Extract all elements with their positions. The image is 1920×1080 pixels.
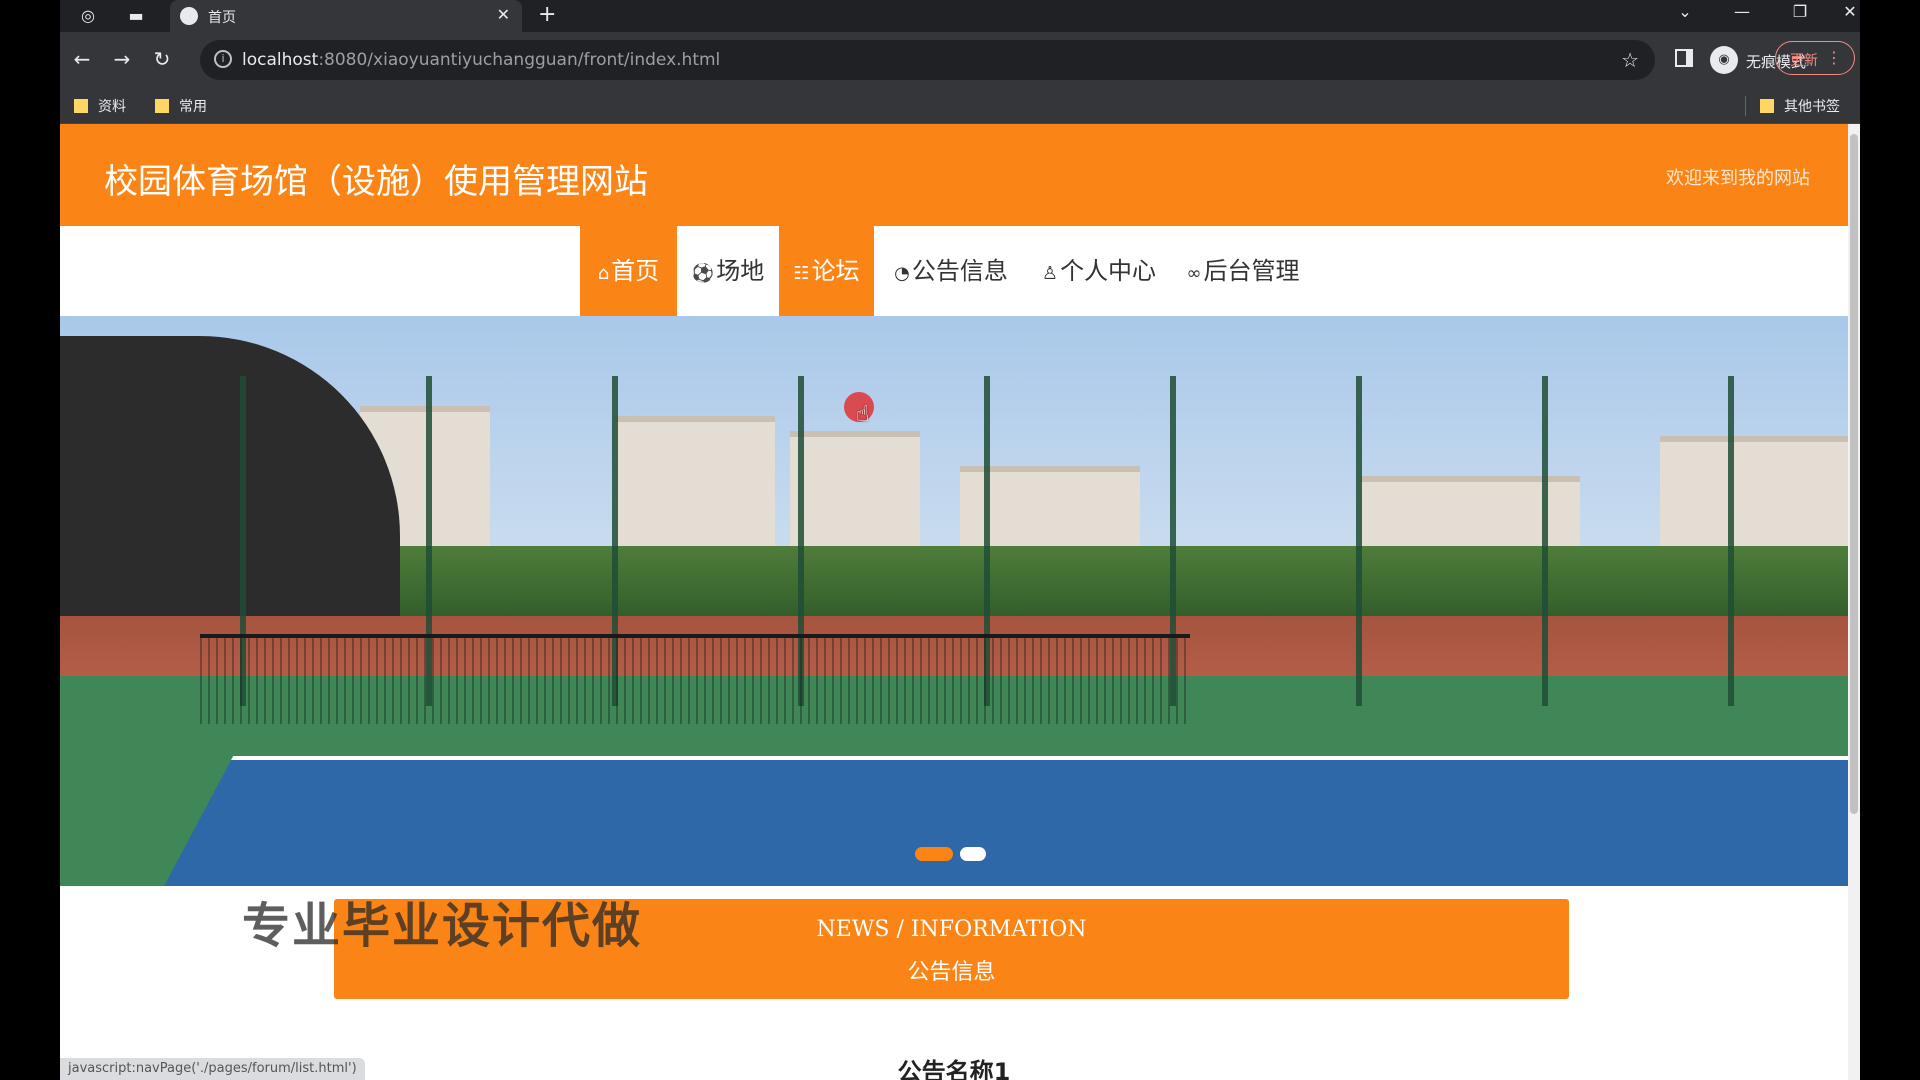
site-info-icon[interactable]: i bbox=[214, 50, 232, 68]
bookmark-divider bbox=[1745, 96, 1746, 116]
home-icon: ⌂ bbox=[597, 263, 610, 284]
nav-label: 首页 bbox=[611, 257, 660, 285]
forward-arrow-icon[interactable]: → bbox=[108, 47, 136, 71]
back-arrow-icon[interactable]: ← bbox=[68, 47, 96, 71]
banner-net bbox=[200, 634, 1190, 724]
screen: ◎ ▬ 首页 ✕ + ⌄ — ❐ ✕ ← → ↻ i localhost:808… bbox=[0, 0, 1920, 1080]
tab-search-icon[interactable]: ▬ bbox=[126, 6, 146, 26]
nav-item-notices[interactable]: ◔公告信息 bbox=[884, 226, 1018, 316]
restore-icon[interactable]: ❐ bbox=[1780, 2, 1820, 21]
carousel-dot[interactable] bbox=[960, 847, 986, 861]
folder-icon bbox=[155, 99, 169, 113]
url-path: :8080/xiaoyuantiyuchangguan/front/index.… bbox=[318, 50, 721, 70]
address-bar[interactable]: i localhost:8080/xiaoyuantiyuchangguan/f… bbox=[200, 40, 1655, 80]
kebab-menu-icon: ⋮ bbox=[1826, 48, 1842, 67]
main-nav: ⌂首页 ⚽场地 ☷论坛 ◔公告信息 ♙个人中心 ∞后台管理 bbox=[60, 226, 1848, 316]
url-text[interactable]: localhost:8080/xiaoyuantiyuchangguan/fro… bbox=[242, 50, 720, 70]
update-button[interactable]: 更新 ⋮ bbox=[1775, 41, 1855, 75]
tab-home[interactable]: 首页 ✕ bbox=[170, 0, 522, 32]
hand-cursor-icon: ☝ bbox=[856, 402, 870, 427]
carousel-indicators bbox=[915, 844, 1005, 864]
news-heading-cn: 公告信息 bbox=[907, 960, 996, 985]
page-scrollbar[interactable] bbox=[1848, 124, 1860, 1080]
soccer-icon: ⚽ bbox=[691, 263, 715, 284]
bookmark-folder-0[interactable]: 资料 bbox=[74, 96, 126, 116]
welcome-text: 欢迎来到我的网站 bbox=[1666, 168, 1810, 189]
folder-icon bbox=[1760, 99, 1774, 113]
nav-label: 后台管理 bbox=[1203, 257, 1300, 285]
globe-icon[interactable]: ◎ bbox=[78, 6, 98, 26]
nav-item-admin[interactable]: ∞后台管理 bbox=[1178, 226, 1308, 316]
site-header: 校园体育场馆（设施）使用管理网站 欢迎来到我的网站 bbox=[60, 124, 1848, 226]
bookmark-label: 其他书签 bbox=[1784, 99, 1840, 115]
incognito-icon: ◉ bbox=[1710, 46, 1738, 74]
folder-icon bbox=[74, 99, 88, 113]
mouse-cursor: ☝ bbox=[844, 392, 878, 430]
banner-tennis-court bbox=[126, 756, 1848, 886]
user-icon: ♙ bbox=[1041, 263, 1059, 284]
new-tab-button[interactable]: + bbox=[538, 2, 556, 27]
site-title: 校园体育场馆（设施）使用管理网站 bbox=[104, 162, 648, 202]
update-label: 更新 bbox=[1790, 53, 1818, 69]
nav-item-home[interactable]: ⌂首页 bbox=[580, 226, 677, 316]
favicon-icon bbox=[180, 7, 198, 25]
bookmarks-bar: 资料 常用 其他书签 bbox=[60, 88, 1860, 124]
other-bookmarks[interactable]: 其他书签 bbox=[1760, 96, 1840, 116]
notice-icon: ◔ bbox=[894, 263, 910, 284]
forum-icon: ☷ bbox=[793, 263, 810, 284]
browser-toolbar: ← → ↻ i localhost:8080/xiaoyuantiyuchang… bbox=[60, 32, 1860, 88]
side-panel-icon[interactable] bbox=[1675, 49, 1693, 67]
tab-list-chevron-icon[interactable]: ⌄ bbox=[1665, 2, 1705, 21]
nav-label: 论坛 bbox=[811, 257, 860, 285]
nav-label: 公告信息 bbox=[911, 257, 1008, 285]
scrollbar-thumb[interactable] bbox=[1850, 134, 1858, 814]
nav-item-forum[interactable]: ☷论坛 bbox=[779, 226, 874, 316]
tab-strip: ◎ ▬ 首页 ✕ + ⌄ — ❐ ✕ bbox=[60, 0, 1860, 32]
link-icon: ∞ bbox=[1186, 263, 1202, 284]
url-host: localhost bbox=[242, 50, 319, 70]
nav-label: 个人中心 bbox=[1060, 257, 1157, 285]
window-close-icon[interactable]: ✕ bbox=[1830, 2, 1860, 21]
carousel-dot-active[interactable] bbox=[915, 847, 953, 861]
tab-title: 首页 bbox=[208, 10, 236, 26]
carousel-banner[interactable] bbox=[60, 316, 1848, 886]
bookmark-label: 常用 bbox=[179, 99, 207, 115]
status-bar-url: javascript:navPage('./pages/forum/list.h… bbox=[60, 1058, 365, 1080]
bookmark-label: 资料 bbox=[98, 99, 126, 115]
reload-icon[interactable]: ↻ bbox=[148, 47, 176, 71]
bookmark-star-icon[interactable]: ☆ bbox=[1621, 48, 1639, 72]
nav-label: 场地 bbox=[716, 257, 765, 285]
minimize-icon[interactable]: — bbox=[1722, 2, 1762, 21]
bookmark-folder-1[interactable]: 常用 bbox=[155, 96, 207, 116]
nav-item-venue[interactable]: ⚽场地 bbox=[677, 226, 779, 316]
browser-window: ◎ ▬ 首页 ✕ + ⌄ — ❐ ✕ ← → ↻ i localhost:808… bbox=[60, 0, 1860, 1080]
nav-item-profile[interactable]: ♙个人中心 bbox=[1034, 226, 1164, 316]
page-viewport: 校园体育场馆（设施）使用管理网站 欢迎来到我的网站 ⌂首页 ⚽场地 ☷论坛 ◔公… bbox=[60, 124, 1848, 1080]
watermark-text: 专业毕业设计代做 bbox=[242, 898, 643, 954]
close-tab-icon[interactable]: ✕ bbox=[497, 5, 510, 24]
